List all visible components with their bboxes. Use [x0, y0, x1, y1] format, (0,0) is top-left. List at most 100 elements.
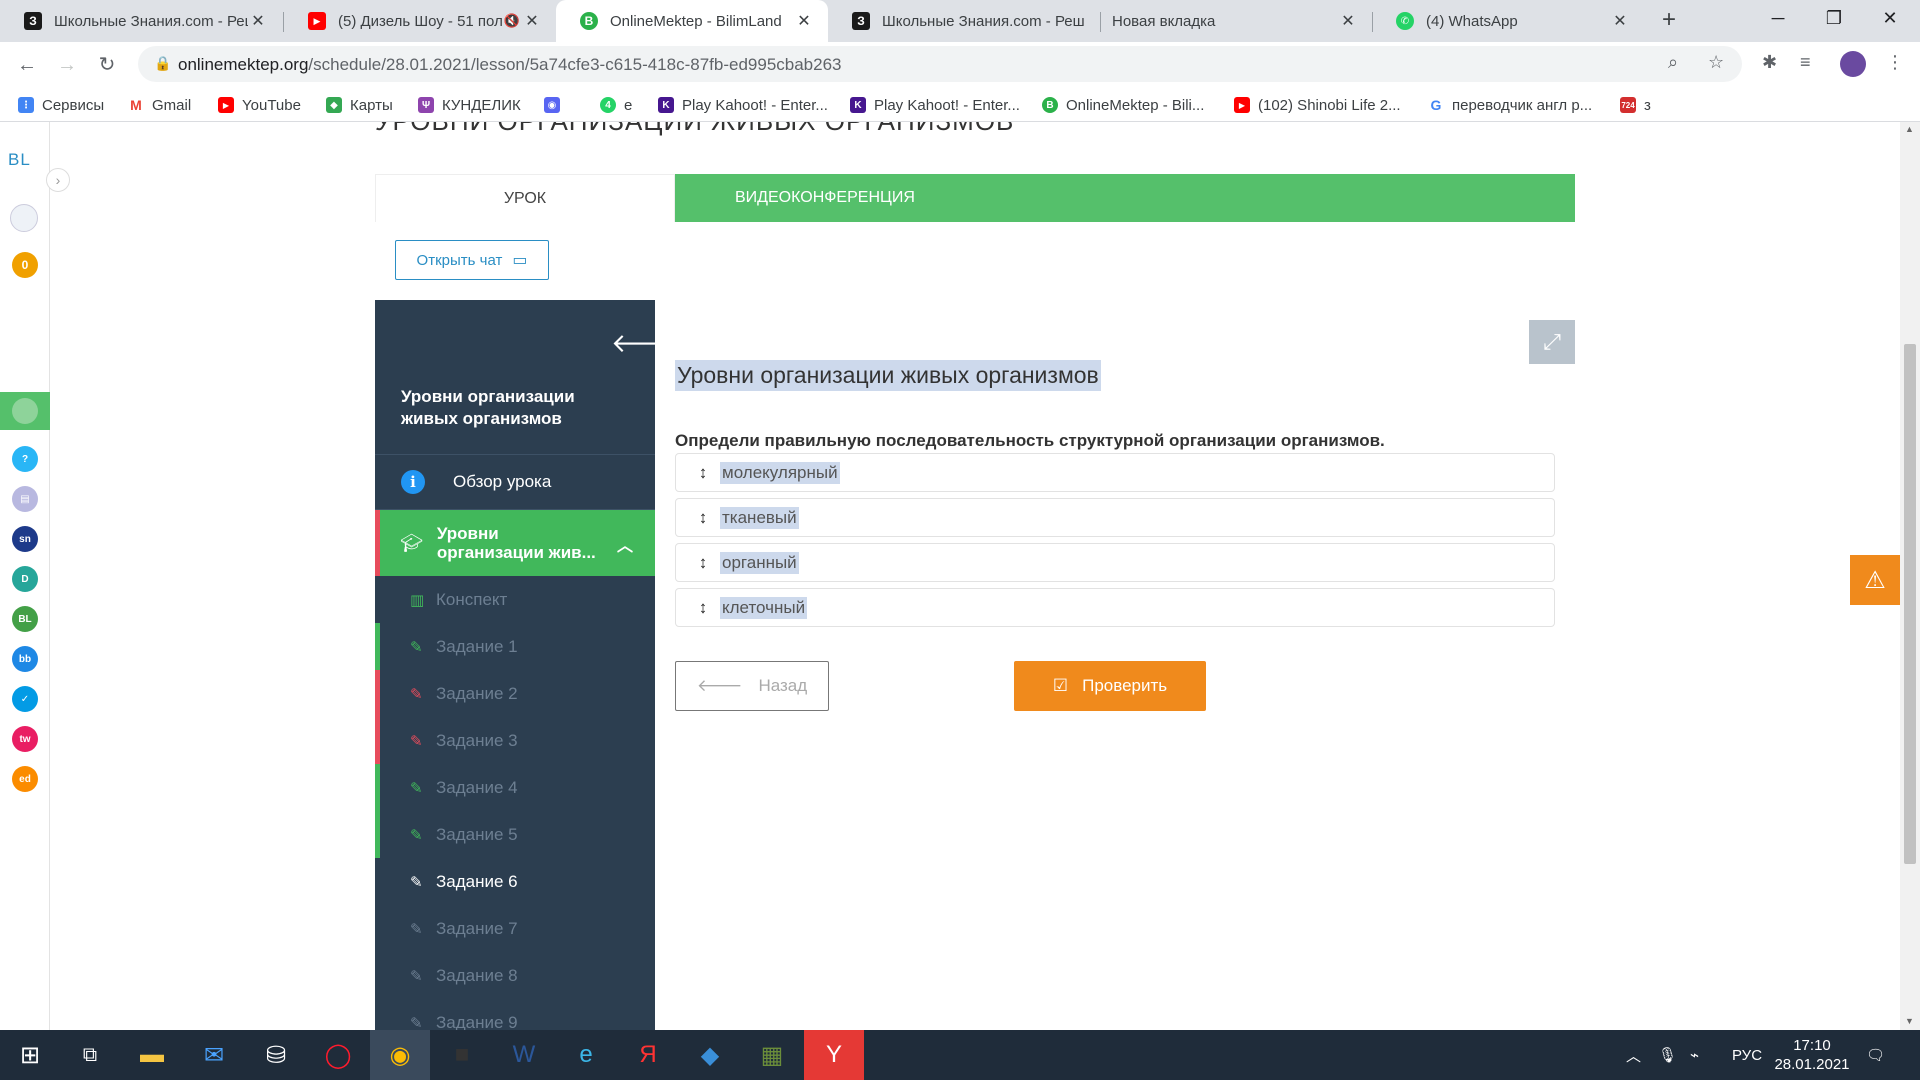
- help-icon[interactable]: ?: [12, 446, 38, 472]
- profile-avatar[interactable]: [1840, 51, 1866, 77]
- bilimland-logo[interactable]: BL: [8, 150, 31, 170]
- system-clock[interactable]: 17:10 28.01.2021: [1767, 1036, 1857, 1074]
- bookmark-item[interactable]: ◆ Карты: [326, 94, 393, 116]
- close-tab-icon[interactable]: ✕: [248, 11, 268, 31]
- avatar[interactable]: [10, 204, 38, 232]
- taskbar-app-icon[interactable]: ◆: [680, 1030, 740, 1080]
- sidebar-item-task[interactable]: ✎ Задание 5: [375, 811, 655, 858]
- microphone-icon[interactable]: 🎙︎: [1658, 1030, 1677, 1080]
- chrome-menu-icon[interactable]: ⋮: [1886, 52, 1904, 73]
- opera-icon[interactable]: ◯: [308, 1030, 368, 1080]
- address-bar[interactable]: 🔒 onlinemektep.org/schedule/28.01.2021/l…: [138, 46, 1742, 82]
- store-icon[interactable]: ⛁: [246, 1030, 306, 1080]
- sortable-option[interactable]: ↕ молекулярный: [675, 453, 1555, 492]
- word-icon[interactable]: W: [494, 1030, 554, 1080]
- bookmark-item[interactable]: ◉: [544, 94, 568, 116]
- url-text[interactable]: onlinemektep.org/schedule/28.01.2021/les…: [178, 55, 842, 75]
- sidebar-item-task[interactable]: ✎ Задание 4: [375, 764, 655, 811]
- smart-nation-icon[interactable]: sn: [12, 526, 38, 552]
- input-language[interactable]: РУС: [1732, 1030, 1762, 1080]
- scrollbar-thumb[interactable]: [1904, 344, 1916, 864]
- drag-handle-icon[interactable]: ↕: [696, 463, 710, 483]
- bookmark-item[interactable]: 4е: [600, 94, 632, 116]
- browser-tab-active[interactable]: B OnlineMektep - BilimLand ✕: [556, 0, 828, 42]
- drag-handle-icon[interactable]: ↕: [696, 598, 710, 618]
- drag-handle-icon[interactable]: ↕: [696, 553, 710, 573]
- browser-tab[interactable]: ✆ (4) WhatsApp ✕: [1372, 0, 1644, 42]
- sidebar-item-task[interactable]: ✎ Задание 7: [375, 905, 655, 952]
- yandex-browser-icon[interactable]: Y: [804, 1030, 864, 1080]
- rail-app-icon[interactable]: ✓: [12, 686, 38, 712]
- back-button[interactable]: 🡐 Назад: [675, 661, 829, 711]
- maximize-window-button[interactable]: ❐: [1806, 0, 1862, 36]
- open-chat-button[interactable]: Открыть чат ▭: [395, 240, 549, 280]
- rail-active-item[interactable]: [0, 392, 50, 430]
- reading-list-icon[interactable]: ≡: [1800, 52, 1811, 73]
- browser-tab[interactable]: З Школьные Знания.com - Реш ✕: [0, 0, 282, 42]
- bookmark-item[interactable]: K Play Kahoot! - Enter...: [850, 94, 1020, 116]
- close-tab-icon[interactable]: ✕: [1610, 11, 1630, 31]
- notifications-icon[interactable]: 🗨︎: [1866, 1030, 1885, 1080]
- yandex-icon[interactable]: Я: [618, 1030, 678, 1080]
- bookmark-item[interactable]: ⋮ Сервисы: [18, 94, 104, 116]
- extensions-puzzle-icon[interactable]: ✱: [1762, 52, 1777, 73]
- scroll-down-icon[interactable]: ▼: [1905, 1016, 1914, 1026]
- rail-app-icon[interactable]: D: [12, 566, 38, 592]
- new-tab-button[interactable]: +: [1656, 8, 1682, 34]
- sidebar-item-overview[interactable]: i Обзор урока: [375, 454, 655, 510]
- sidebar-item-task[interactable]: ✎ Задание 3: [375, 717, 655, 764]
- show-hidden-icons-icon[interactable]: ︿: [1626, 1030, 1641, 1080]
- lock-icon[interactable]: 🔒: [154, 55, 171, 72]
- bookmark-item[interactable]: B OnlineMektep - Bili...: [1042, 94, 1204, 116]
- sidebar-item-task[interactable]: ✎ Задание 2: [375, 670, 655, 717]
- file-explorer-icon[interactable]: ▬: [122, 1030, 182, 1080]
- sidebar-section-current[interactable]: 🎓︎ Уровни организации жив... ︿: [375, 510, 655, 576]
- bookmark-item[interactable]: ▶ (102) Shinobi Life 2...: [1234, 94, 1401, 116]
- bookmark-item[interactable]: M Gmail: [128, 94, 191, 116]
- bilimland-app-icon[interactable]: BL: [12, 606, 38, 632]
- bookmark-item[interactable]: 724 з: [1620, 94, 1651, 116]
- sidebar-item-task[interactable]: ✎ Задание 8: [375, 952, 655, 999]
- chrome-icon[interactable]: ◉: [370, 1030, 430, 1080]
- report-warning-icon[interactable]: ⚠: [1850, 555, 1900, 605]
- drag-handle-icon[interactable]: ↕: [696, 508, 710, 528]
- task-view-icon[interactable]: ⧉: [60, 1030, 120, 1080]
- sortable-option[interactable]: ↕ тканевый: [675, 498, 1555, 537]
- taskbar-app-icon[interactable]: ■: [432, 1030, 492, 1080]
- sidebar-item-task[interactable]: ✎ Задание 1: [375, 623, 655, 670]
- back-arrow-icon[interactable]: ←: [12, 50, 42, 80]
- back-arrow-icon[interactable]: 🡐: [611, 328, 681, 359]
- sidebar-item-notes[interactable]: ▥ Конспект: [375, 576, 655, 623]
- tab-videoconference[interactable]: ВИДЕОКОНФЕРЕНЦИЯ: [675, 174, 1575, 222]
- page-scrollbar[interactable]: ▲ ▼: [1900, 122, 1920, 1030]
- edge-icon[interactable]: e: [556, 1030, 616, 1080]
- check-button[interactable]: ☑ Проверить: [1014, 661, 1206, 711]
- browser-tab[interactable]: З Школьные Знания.com - Реш: [828, 0, 1100, 42]
- coins-badge[interactable]: 0: [12, 252, 38, 278]
- browser-tab[interactable]: ▶ (5) Дизель Шоу - 51 пол 🔇 ✕: [284, 0, 556, 42]
- mute-tab-icon[interactable]: 🔇: [502, 13, 522, 29]
- bookmark-item[interactable]: ▶ YouTube: [218, 94, 301, 116]
- fullscreen-expand-icon[interactable]: ⤢: [1529, 320, 1575, 364]
- scroll-up-icon[interactable]: ▲: [1905, 124, 1914, 134]
- sortable-option[interactable]: ↕ органный: [675, 543, 1555, 582]
- minecraft-icon[interactable]: ▦: [742, 1030, 802, 1080]
- twig-icon[interactable]: tw: [12, 726, 38, 752]
- windows-start-icon[interactable]: ⊞: [0, 1030, 60, 1080]
- reload-icon[interactable]: ↻: [92, 50, 122, 80]
- bookmark-item[interactable]: Ψ КУНДЕЛИК: [418, 94, 521, 116]
- bookmark-item[interactable]: K Play Kahoot! - Enter...: [658, 94, 828, 116]
- sortable-option[interactable]: ↕ клеточный: [675, 588, 1555, 627]
- expand-rail-chevron-icon[interactable]: ›: [46, 168, 70, 192]
- sidebar-item-task[interactable]: ✎ Задание 9: [375, 999, 655, 1031]
- bookmark-item[interactable]: Gпереводчик англ р...: [1428, 94, 1592, 116]
- tab-lesson[interactable]: УРОК: [375, 174, 675, 222]
- minimize-window-button[interactable]: ─: [1750, 0, 1806, 36]
- close-tab-icon[interactable]: ✕: [794, 11, 814, 31]
- chevron-up-icon[interactable]: ︿: [617, 532, 633, 556]
- sidebar-item-task-current[interactable]: ✎ Задание 6: [375, 858, 655, 905]
- bilimbook-icon[interactable]: bb: [12, 646, 38, 672]
- zoom-icon[interactable]: ⌕: [1668, 52, 1678, 73]
- close-tab-icon[interactable]: ✕: [522, 11, 542, 31]
- forward-arrow-icon[interactable]: →: [52, 50, 82, 80]
